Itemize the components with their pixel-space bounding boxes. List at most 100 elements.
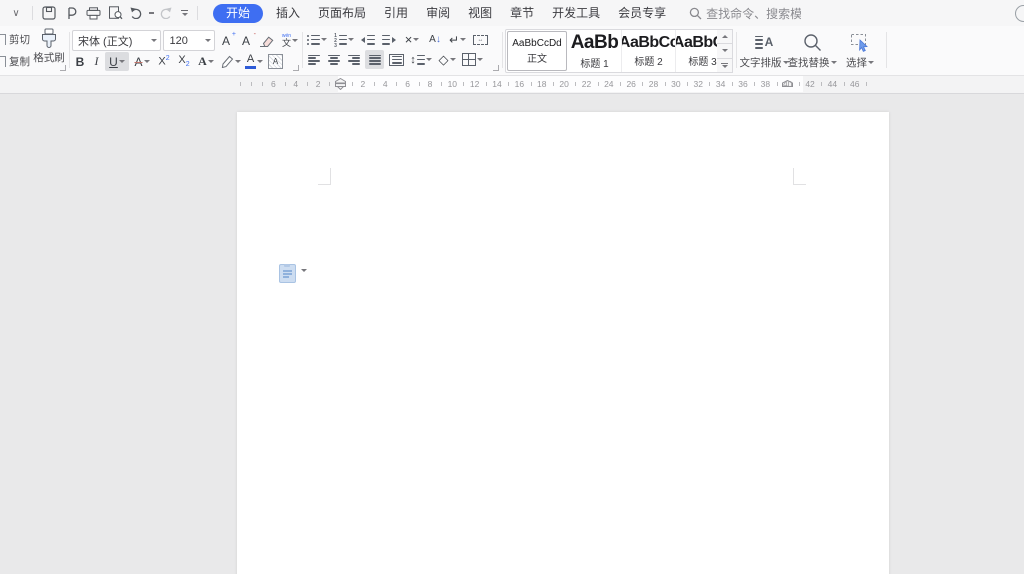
tab-page-layout[interactable]: 页面布局	[311, 0, 373, 26]
ruler-number: 10	[448, 79, 457, 89]
print-preview-icon[interactable]	[105, 3, 125, 23]
ruler-tick	[352, 82, 353, 86]
format-painter-button[interactable]: 格式刷	[32, 28, 66, 65]
paste-options-button[interactable]	[279, 264, 307, 283]
ruler-tick	[374, 82, 375, 86]
find-replace-button[interactable]: 查找替换	[788, 26, 836, 74]
clipboard-group: 剪切 复制 格式刷	[0, 26, 69, 74]
subscript-button[interactable]: X2	[175, 52, 193, 71]
tab-dev-tools[interactable]: 开发工具	[545, 0, 607, 26]
text-layout-button[interactable]: A 文字排版	[740, 26, 788, 74]
increase-indent-button[interactable]	[380, 30, 398, 49]
char-shading-button[interactable]: A	[267, 52, 284, 71]
text-effects-button[interactable]: A	[195, 52, 217, 71]
style-heading2[interactable]: AaBbCc 标题 2	[622, 30, 676, 72]
shading-bucket-icon: ◇	[439, 52, 449, 68]
tab-insert[interactable]: 插入	[269, 0, 307, 26]
dialog-launcher[interactable]	[60, 65, 66, 71]
horizontal-ruler[interactable]: 6422468101214161820222426283032343638404…	[0, 76, 1024, 94]
paste-options-dropdown[interactable]	[301, 269, 307, 272]
pinyin-tool-button[interactable]: wén文	[278, 31, 302, 50]
dialog-launcher[interactable]	[493, 65, 499, 71]
ruler-tick	[687, 82, 688, 86]
copy-icon	[0, 56, 6, 67]
redo-icon[interactable]	[155, 3, 175, 23]
tab-member[interactable]: 会员专享	[611, 0, 673, 26]
save-icon[interactable]	[39, 3, 59, 23]
line-spacing-button[interactable]: ↕	[409, 50, 433, 69]
sort-button[interactable]: A ↓	[426, 30, 444, 49]
font-group: 宋体 (正文) 120 A+ A-	[72, 26, 302, 74]
group-divider	[502, 32, 503, 68]
document-page[interactable]	[237, 112, 889, 574]
decrease-indent-button[interactable]	[359, 30, 377, 49]
group-divider	[69, 32, 70, 68]
bullet-list-button[interactable]	[305, 30, 329, 49]
customize-toolbar-icon[interactable]	[177, 3, 191, 23]
line-spacing-icon: ↕	[410, 54, 416, 66]
ruler-tick	[642, 82, 643, 86]
numbered-list-button[interactable]: 123	[332, 30, 356, 49]
char-width-button[interactable]: ↔	[471, 30, 490, 49]
borders-button[interactable]	[461, 50, 483, 69]
distribute-button[interactable]	[387, 50, 406, 69]
print-icon[interactable]	[83, 3, 103, 23]
strikethrough-button[interactable]: A	[131, 52, 153, 71]
asian-layout-icon: ×	[405, 32, 413, 47]
ruler-number: 2	[360, 79, 365, 89]
tab-references[interactable]: 引用	[377, 0, 415, 26]
select-button[interactable]: 选择	[836, 26, 884, 74]
account-icon[interactable]	[1015, 5, 1024, 22]
tab-home[interactable]: 开始	[213, 4, 263, 23]
grow-font-button[interactable]: A+	[217, 31, 235, 50]
align-center-button[interactable]	[325, 50, 342, 69]
format-painter-icon	[39, 28, 59, 50]
italic-button[interactable]: I	[90, 52, 103, 71]
find-replace-icon	[803, 31, 822, 53]
paste-options-icon	[279, 264, 296, 283]
ruler-tick	[262, 82, 263, 86]
undo-dropdown[interactable]	[149, 12, 154, 14]
undo-icon[interactable]	[127, 3, 147, 23]
tab-review[interactable]: 审阅	[419, 0, 457, 26]
align-left-button[interactable]	[305, 50, 322, 69]
font-color-button[interactable]: A	[243, 52, 265, 71]
superscript-button[interactable]: X2	[155, 52, 173, 71]
styles-more-button[interactable]	[717, 59, 732, 72]
shading-button[interactable]: ◇	[436, 50, 458, 69]
asian-layout-button[interactable]: ×	[401, 30, 423, 49]
export-pdf-icon[interactable]	[61, 3, 81, 23]
dialog-launcher[interactable]	[293, 65, 299, 71]
shrink-font-button[interactable]: A-	[237, 31, 255, 50]
cut-button[interactable]: 剪切	[0, 32, 30, 47]
underline-button[interactable]: U	[105, 52, 129, 71]
align-right-button[interactable]	[345, 50, 362, 69]
collapse-toolbar-chevron[interactable]: ∨	[6, 3, 26, 23]
justify-button[interactable]	[365, 50, 384, 69]
ruler-tick	[866, 82, 867, 86]
ruler-number: 28	[649, 79, 658, 89]
styles-scroll-down[interactable]	[717, 44, 732, 58]
quick-access-toolbar: ∨	[0, 0, 203, 26]
left-indent-marker[interactable]	[335, 74, 346, 92]
style-normal[interactable]: AaBbCcDd 正文	[507, 31, 567, 71]
styles-scroll-up[interactable]	[717, 30, 732, 44]
command-search-input[interactable]: 查找命令、搜索模板	[689, 5, 801, 22]
ruler-tick	[844, 82, 845, 86]
font-family-select[interactable]: 宋体 (正文)	[72, 30, 161, 51]
font-size-select[interactable]: 120	[163, 30, 215, 51]
ruler-tick	[777, 82, 778, 86]
ruler-tick	[553, 82, 554, 86]
show-marks-button[interactable]: ↵	[447, 30, 468, 49]
style-heading3[interactable]: AaBbCc 标题 3	[676, 30, 719, 72]
highlight-button[interactable]	[219, 52, 241, 71]
style-heading1[interactable]: AaBb 标题 1	[568, 30, 622, 72]
bold-button[interactable]: B	[72, 52, 88, 71]
font-color-icon: A	[245, 54, 256, 69]
clear-format-button[interactable]	[257, 31, 276, 50]
copy-button[interactable]: 复制	[0, 54, 30, 69]
tab-section[interactable]: 章节	[503, 0, 541, 26]
styles-scrollbar	[717, 29, 733, 73]
tab-view[interactable]: 视图	[461, 0, 499, 26]
ruler-tick	[508, 82, 509, 86]
